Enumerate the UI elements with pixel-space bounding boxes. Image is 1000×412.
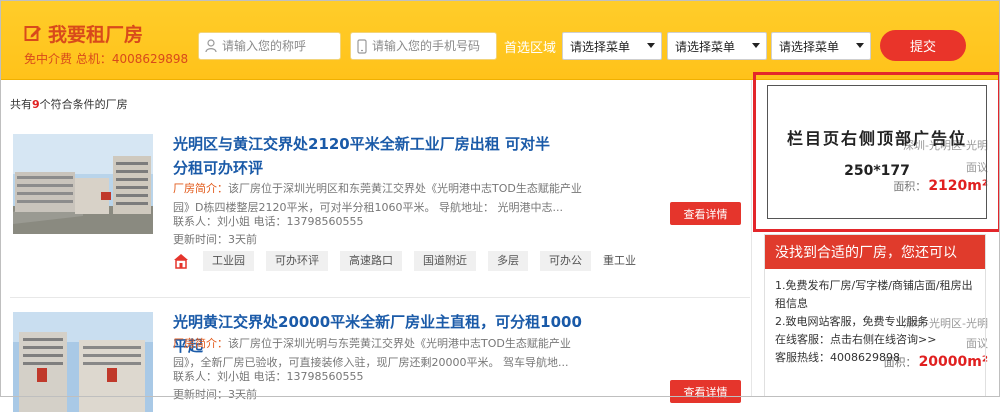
result-count: 共有9个符合条件的厂房 [10,96,128,112]
listing-contact: 联系人：刘小姐 电话：13798560555 [173,370,364,383]
listing-description-text: 该厂房位于深圳光明与东莞黄江交界处《光明港中志TOD生态赋能产业园》，全新厂房已… [173,337,571,369]
dropdown-caret-icon [856,43,864,48]
tag-label[interactable]: 国道附近 [414,251,476,271]
submit-button[interactable]: 提交 [880,30,966,61]
brand-title: 我要租厂房 [24,20,188,46]
view-details-button[interactable]: 查看详情 [670,202,741,225]
listing-thumbnail[interactable] [13,312,153,412]
result-count-suffix: 个符合条件的厂房 [39,98,128,111]
tag-label[interactable]: 工业园 [203,251,254,271]
region-select-1-value: 请选择菜单 [570,39,631,54]
result-count-prefix: 共有 [10,98,32,111]
help-title: 没找到合适的厂房，您还可以 [765,235,985,269]
region-select-2-value: 请选择菜单 [675,39,736,54]
ad-size: 250*177 [844,163,910,179]
listing-updated: 更新时间：3天前 [173,233,257,246]
region-select-2[interactable]: 请选择菜单 [667,32,767,60]
listing-description-text: 该厂房位于深圳光明区和东莞黄江交界处《光明港中志TOD生态赋能产业园》D栋四楼整… [173,182,582,214]
dropdown-caret-icon [752,43,760,48]
listing-description: 厂房简介：该厂房位于深圳光明区和东莞黄江交界处《光明港中志TOD生态赋能产业园》… [173,179,583,217]
ad-title: 栏目页右侧顶部广告位 [786,129,967,148]
help-line-hotline: 客服热线：4008629898 [775,351,900,364]
factory-tag-icon [174,254,188,269]
factory-photo [13,312,153,412]
listing-separator [10,297,750,298]
phone-field[interactable] [350,32,497,60]
listing-tags: 工业园 可办环评 高速路口 国道附近 多层 可办公 重工业 [173,251,648,271]
listing-updated: 更新时间：3天前 [173,388,257,401]
listing-title[interactable]: 光明区与黄江交界处2120平米全新工业厂房出租 可对半分租可办环评 [173,132,563,180]
tag-label[interactable]: 可办公 [540,251,591,271]
help-body: 1.免费发布厂房/写字楼/商铺店面/租房出租信息 2.致电网站客服，免费专业服务… [765,269,985,375]
listing-thumbnail[interactable] [13,134,153,234]
search-header-bar: 我要租厂房 免中介费 总机：4008629898 首选区域 请选择菜单 请选择菜… [0,0,1000,80]
help-box: 没找到合适的厂房，您还可以 1.免费发布厂房/写字楼/商铺店面/租房出租信息 2… [764,234,986,397]
column-divider [751,80,752,397]
tag-label[interactable]: 高速路口 [340,251,402,271]
area-label: 首选区域 [504,41,557,56]
tag-label[interactable]: 可办环评 [266,251,328,271]
help-line-publish[interactable]: 1.免费发布厂房/写字楼/商铺店面/租房出租信息 [775,277,975,313]
view-details-button[interactable]: 查看详情 [670,380,741,403]
ad-placeholder: 栏目页右侧顶部广告位 250*177 [767,85,987,219]
brand-block: 我要租厂房 免中介费 总机：4008629898 [24,20,188,67]
region-select-1[interactable]: 请选择菜单 [562,32,662,60]
region-select-3[interactable]: 请选择菜单 [771,32,871,60]
edit-icon [24,26,41,41]
tag-label[interactable]: 重工业 [603,251,636,271]
brand-title-text: 我要租厂房 [48,23,144,46]
result-count-number: 9 [32,98,40,111]
phone-icon [357,38,367,54]
listing-description-label: 厂房简介： [173,337,228,350]
factory-photo [13,134,153,234]
dropdown-caret-icon [647,43,655,48]
listing-description: 厂房简介：该厂房位于深圳光明与东莞黄江交界处《光明港中志TOD生态赋能产业园》，… [173,334,583,372]
ad-banner[interactable]: 栏目页右侧顶部广告位 250*177 [753,72,1000,232]
name-field[interactable] [198,32,342,60]
user-icon [205,39,217,53]
help-line-online-chat[interactable]: 在线客服：点击右侧在线咨询>> [775,331,975,349]
region-select-3-value: 请选择菜单 [779,39,840,54]
name-input[interactable] [222,39,342,53]
listing-description-label: 厂房简介： [173,182,228,195]
hotline-text: 免中介费 总机：4008629898 [24,52,189,66]
listing-contact: 联系人：刘小姐 电话：13798560555 [173,215,364,228]
tag-label[interactable]: 多层 [488,251,528,271]
help-line-service: 2.致电网站客服，免费专业服务 [775,315,929,328]
phone-input[interactable] [372,39,492,53]
